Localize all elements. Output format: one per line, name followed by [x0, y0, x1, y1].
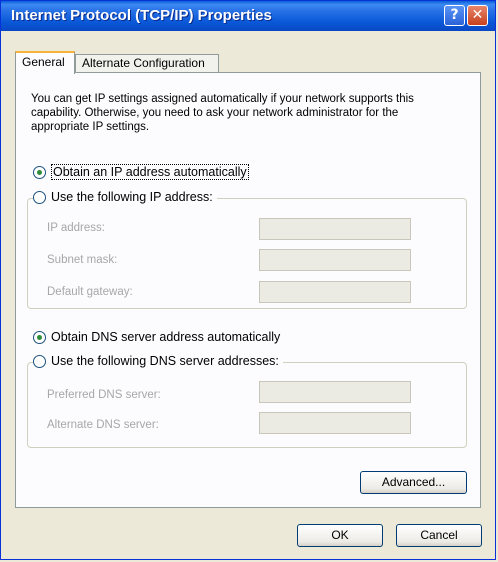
ip-address-label: IP address: [47, 222, 105, 234]
use-following-dns-label: Use the following DNS server addresses: [51, 354, 279, 368]
default-gateway-label: Default gateway: [47, 286, 133, 298]
alternate-dns-label: Alternate DNS server: [47, 419, 159, 431]
radio-unchecked-icon [33, 191, 46, 204]
alternate-dns-input[interactable] [259, 412, 411, 434]
subnet-mask-input[interactable] [259, 249, 411, 271]
tab-alternate-configuration[interactable]: Alternate Configuration [75, 54, 219, 73]
help-icon[interactable]: ? [444, 5, 465, 26]
intro-text: You can get IP settings assigned automat… [31, 93, 414, 133]
ip-address-input[interactable] [259, 218, 411, 240]
default-gateway-input[interactable] [259, 281, 411, 303]
obtain-ip-auto-radio[interactable]: Obtain an IP address automatically [33, 164, 253, 181]
radio-unchecked-icon [33, 355, 46, 368]
use-following-ip-label: Use the following IP address: [51, 190, 213, 204]
title-bar[interactable]: Internet Protocol (TCP/IP) Properties ? … [1, 1, 495, 31]
tab-general[interactable]: General [15, 51, 75, 74]
preferred-dns-input[interactable] [259, 381, 411, 403]
preferred-dns-label: Preferred DNS server: [47, 389, 161, 401]
use-following-dns-radio[interactable]: Use the following DNS server addresses: [33, 354, 283, 370]
radio-checked-icon [33, 331, 46, 344]
ok-button[interactable]: OK [297, 524, 383, 547]
dns-server-group [27, 362, 467, 448]
subnet-mask-label: Subnet mask: [47, 254, 118, 266]
obtain-dns-auto-radio[interactable]: Obtain DNS server address automatically [33, 330, 285, 346]
use-following-ip-radio[interactable]: Use the following IP address: [33, 190, 217, 206]
window-title: Internet Protocol (TCP/IP) Properties [11, 7, 272, 24]
obtain-dns-auto-label: Obtain DNS server address automatically [51, 330, 281, 344]
obtain-ip-auto-label: Obtain an IP address automatically [51, 164, 249, 180]
cancel-button[interactable]: Cancel [396, 524, 482, 547]
radio-checked-icon [33, 166, 46, 179]
advanced-button[interactable]: Advanced... [360, 471, 467, 494]
close-icon[interactable]: ✕ [467, 5, 488, 26]
